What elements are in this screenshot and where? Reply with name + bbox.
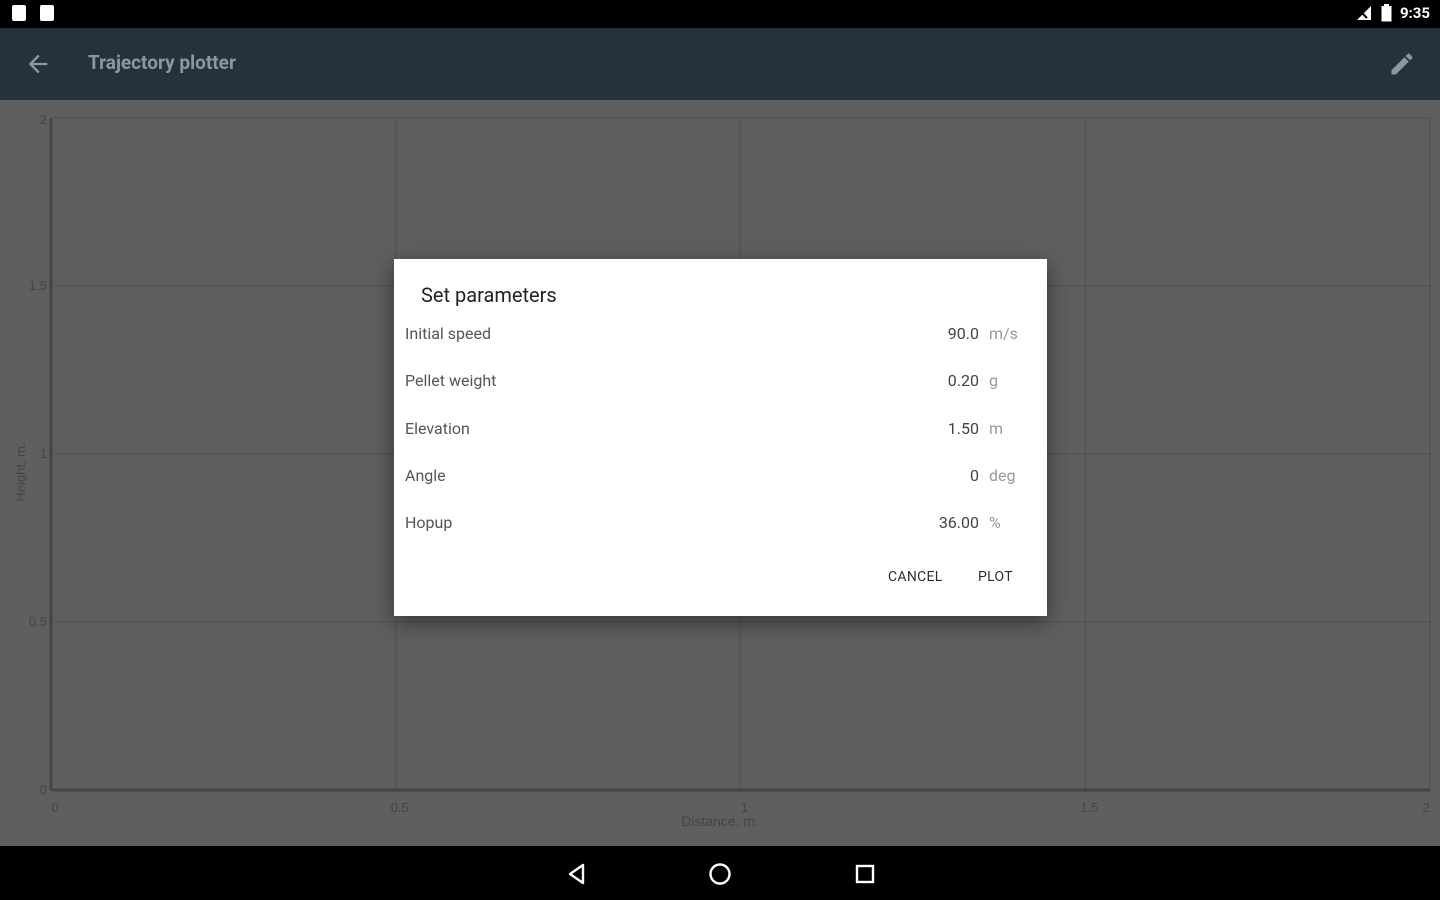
y-tick-label: 0 <box>40 782 47 797</box>
status-time: 9:35 <box>1399 4 1430 22</box>
edit-button[interactable] <box>1388 50 1416 78</box>
y-tick-label: 1.5 <box>29 278 47 293</box>
param-unit: % <box>989 513 1001 532</box>
param-label: Hopup <box>405 513 453 532</box>
edit-pencil-icon <box>1391 53 1413 75</box>
param-row-elevation[interactable]: Elevation 1.50 m <box>394 415 1047 445</box>
param-row-angle[interactable]: Angle 0 deg <box>394 462 1047 492</box>
param-unit: g <box>989 371 998 390</box>
status-bar: 9:35 <box>0 0 1440 28</box>
back-arrow-icon <box>28 54 48 74</box>
recents-square-icon <box>855 864 875 884</box>
x-tick-label: 2 <box>1422 800 1429 815</box>
set-parameters-dialog: Set parameters Initial speed 90.0 m/s Pe… <box>394 259 1047 616</box>
y-tick-label: 1 <box>40 446 47 461</box>
app-title: Trajectory plotter <box>88 51 236 74</box>
param-row-initial-speed[interactable]: Initial speed 90.0 m/s <box>394 320 1047 350</box>
param-value[interactable]: 0.20 <box>948 371 979 390</box>
param-unit: deg <box>989 466 1016 485</box>
x-tick-label: 0 <box>51 800 58 815</box>
status-notifications <box>12 5 54 21</box>
param-value[interactable]: 1.50 <box>948 419 979 438</box>
nav-back-button[interactable] <box>563 860 591 888</box>
x-tick-label: 0.5 <box>391 800 409 815</box>
x-tick-label: 1.5 <box>1080 800 1098 815</box>
param-value[interactable]: 36.00 <box>939 513 979 532</box>
param-unit: m/s <box>989 324 1018 343</box>
app-bar: Trajectory plotter <box>0 28 1440 100</box>
x-axis-label: Distance, m. <box>681 813 759 829</box>
back-button[interactable] <box>24 50 52 78</box>
y-axis-label: Height, m. <box>13 442 28 501</box>
param-value[interactable]: 0 <box>970 466 979 485</box>
param-row-hopup[interactable]: Hopup 36.00 % <box>394 509 1047 539</box>
param-value[interactable]: 90.0 <box>948 324 979 343</box>
y-tick-label: 2 <box>40 112 47 127</box>
signal-icon <box>1355 4 1373 22</box>
param-label: Pellet weight <box>405 371 497 390</box>
navigation-bar <box>0 846 1440 900</box>
back-triangle-icon <box>568 863 585 885</box>
y-tick-label: 0.5 <box>29 614 47 629</box>
param-label: Angle <box>405 466 446 485</box>
nav-home-button[interactable] <box>706 860 734 888</box>
param-unit: m <box>989 419 1004 438</box>
param-label: Elevation <box>405 419 470 438</box>
battery-icon <box>1381 4 1392 22</box>
cancel-button[interactable]: CANCEL <box>888 569 943 585</box>
status-right: 9:35 <box>1355 4 1430 22</box>
dialog-title: Set parameters <box>421 283 557 307</box>
y-tick-labels: 0 0.5 1 1.5 2 <box>29 112 47 797</box>
nav-recents-button[interactable] <box>851 860 879 888</box>
param-label: Initial speed <box>405 324 491 343</box>
notification-icon <box>12 5 26 21</box>
param-row-pellet-weight[interactable]: Pellet weight 0.20 g <box>394 367 1047 397</box>
notification-icon <box>40 5 54 21</box>
plot-button[interactable]: PLOT <box>978 569 1013 585</box>
home-circle-icon <box>709 863 731 885</box>
